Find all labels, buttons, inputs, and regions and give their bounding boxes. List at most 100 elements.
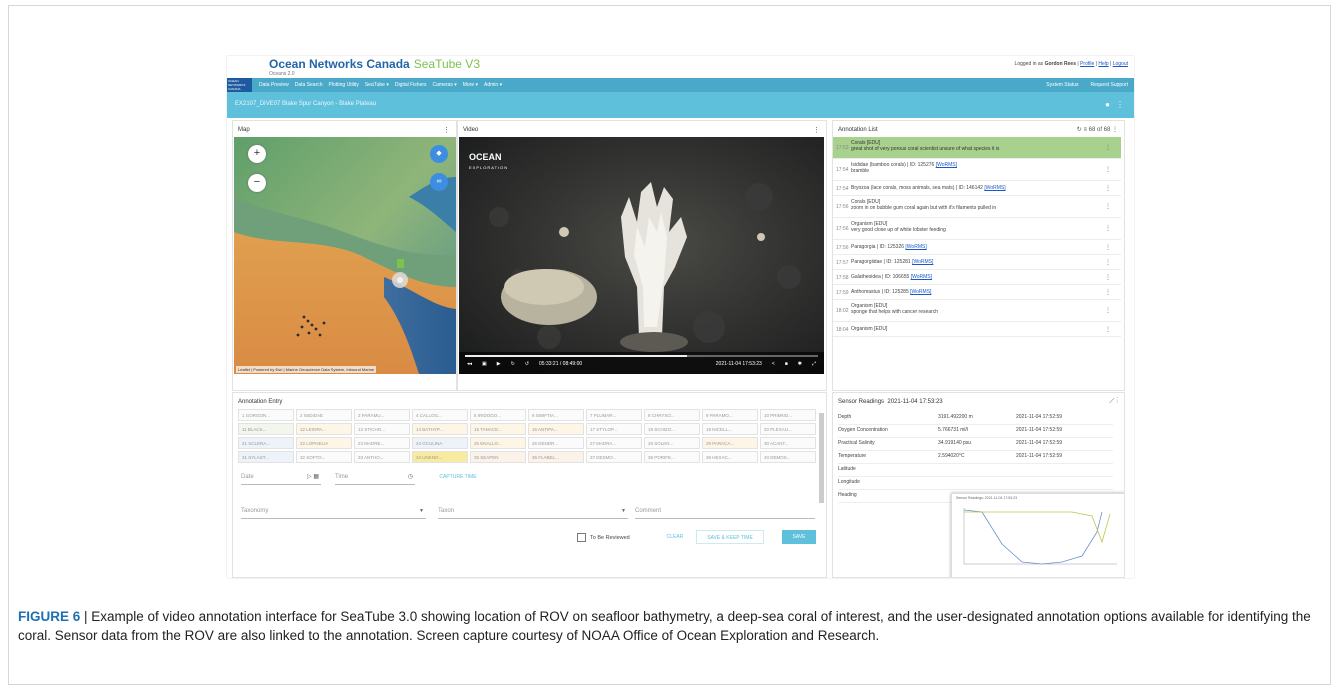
taxon-quick-button[interactable]: 15 TANACE... [470, 423, 526, 435]
taxon-quick-button[interactable]: 35 SEAPEN [470, 451, 526, 463]
refresh-icon[interactable]: ↻ [1077, 127, 1082, 133]
info-icon[interactable]: ● [1105, 100, 1110, 109]
entry-scrollbar[interactable] [819, 413, 824, 503]
nav-data-preview[interactable]: Data Preview [259, 82, 289, 88]
annotation-row[interactable]: 17:56 Paragorgia | ID: 125326 [WoRMS] ⋮ [833, 240, 1121, 255]
taxon-quick-button[interactable]: 25 ENALLO... [470, 437, 526, 449]
nav-system-status[interactable]: System Status [1046, 82, 1078, 88]
taxon-quick-button[interactable]: 38 PORIFE... [644, 451, 700, 463]
checkbox-icon[interactable] [577, 533, 586, 542]
map-menu-icon[interactable]: ⋮ [443, 126, 450, 134]
zoom-in-button[interactable]: + [248, 145, 266, 163]
nav-data-search[interactable]: Data Search [295, 82, 323, 88]
annotation-list-menu-icon[interactable]: ⋮ [1112, 127, 1118, 133]
annotation-row-menu-icon[interactable]: ⋮ [1105, 225, 1111, 232]
more-vert-icon[interactable]: ⋮ [1116, 100, 1124, 109]
taxon-quick-button[interactable]: 28 SOLEN... [644, 437, 700, 449]
taxon-quick-button[interactable]: 24 OCULINA [412, 437, 468, 449]
annotation-row-menu-icon[interactable]: ⋮ [1105, 144, 1111, 151]
taxon-quick-button[interactable]: 14 BATHYP... [412, 423, 468, 435]
taxon-quick-button[interactable]: 11 BLACK... [238, 423, 294, 435]
sensor-menu-icon[interactable]: ⋮ [1116, 398, 1118, 405]
taxon-quick-button[interactable]: 17 STYLOP... [586, 423, 642, 435]
taxon-quick-button[interactable]: 2 ISIDIDAE [296, 409, 352, 421]
annotation-row-menu-icon[interactable]: ⋮ [1105, 274, 1111, 281]
video-menu-icon[interactable]: ⋮ [813, 126, 820, 134]
nav-request-support[interactable]: Request Support [1090, 82, 1128, 88]
annotation-row-menu-icon[interactable]: ⋮ [1105, 259, 1111, 266]
annotation-row[interactable]: 17:58 Galatheoidea | ID: 106655 [WoRMS] ⋮ [833, 270, 1121, 285]
play-icon[interactable]: ▶ [497, 361, 501, 367]
taxon-quick-button[interactable]: 7 PLUMAR... [586, 409, 642, 421]
clock-icon[interactable]: ◷ [408, 470, 413, 484]
date-field[interactable]: Date ▷ ▦ [241, 470, 321, 485]
taxon-quick-button[interactable]: 37 DESMO... [586, 451, 642, 463]
taxon-quick-button[interactable]: 5 IRIDOGO... [470, 409, 526, 421]
worms-link[interactable]: [WoRMS] [911, 274, 932, 280]
profile-link[interactable]: Profile [1080, 61, 1094, 67]
rewind-icon[interactable]: ◂◂ [467, 361, 472, 367]
forward-icon[interactable]: ↺ [525, 361, 529, 367]
taxon-quick-button[interactable]: 26 DENDR... [528, 437, 584, 449]
annotation-row-menu-icon[interactable]: ⋮ [1105, 307, 1111, 314]
taxon-quick-button[interactable]: 4 CALLOG... [412, 409, 468, 421]
annotation-row-menu-icon[interactable]: ⋮ [1105, 289, 1111, 296]
time-field[interactable]: Time ◷ [335, 470, 415, 485]
taxon-quick-button[interactable]: 30 ACANT... [760, 437, 816, 449]
settings-icon[interactable]: ✱ [798, 361, 802, 367]
taxon-quick-button[interactable]: 40 DEMOS... [760, 451, 816, 463]
taxon-quick-button[interactable]: 3 PARAMU... [354, 409, 410, 421]
taxon-quick-button[interactable]: 27 MADRA... [586, 437, 642, 449]
taxon-quick-button[interactable]: 31 SYLAST... [238, 451, 294, 463]
video-progress-bar[interactable] [465, 355, 818, 357]
taxon-quick-button[interactable]: 22 LOPHELIA [296, 437, 352, 449]
chart-icon[interactable]: ⟋ [1109, 398, 1114, 405]
taxon-quick-button[interactable]: 33 ANTHO... [354, 451, 410, 463]
save-button[interactable]: SAVE [782, 530, 816, 544]
annotation-row[interactable]: 18:02 Organism [EDU] sponge that helps wi… [833, 300, 1121, 322]
taxon-quick-button[interactable]: 32 SOFTO... [296, 451, 352, 463]
taxon-quick-button[interactable]: 16 ANTIPA... [528, 423, 584, 435]
bathymetry-map[interactable]: + − ◆ ∞ Leaflet | Powered by Esri | Mari… [234, 137, 456, 374]
annotation-row[interactable]: 17:56 Corals [EDU] zoom in on bubble gum … [833, 196, 1121, 218]
layers-icon[interactable]: ◆ [430, 145, 448, 163]
clear-button[interactable]: CLEAR [659, 530, 691, 544]
camera-icon[interactable]: ■ [785, 361, 788, 367]
taxon-quick-button[interactable]: 8 CHRYSO... [644, 409, 700, 421]
share-icon[interactable]: < [772, 361, 775, 367]
nav-plotting-utility[interactable]: Plotting Utility [329, 82, 359, 88]
help-link[interactable]: Help [1098, 61, 1108, 67]
nav-seatube[interactable]: SeaTube ▾ [365, 82, 389, 88]
annotation-row[interactable]: 17:59 Anthomastus | ID: 125285 [WoRMS] ⋮ [833, 285, 1121, 300]
annotation-row-menu-icon[interactable]: ⋮ [1105, 326, 1111, 333]
taxon-quick-button[interactable]: 10 PRIMNO... [760, 409, 816, 421]
taxon-quick-button[interactable]: 9 PARAMO... [702, 409, 758, 421]
taxon-quick-button[interactable]: 19 NICELL... [702, 423, 758, 435]
taxon-quick-button[interactable]: 29 PARACA... [702, 437, 758, 449]
worms-link[interactable]: [WoRMS] [912, 259, 933, 265]
zoom-out-button[interactable]: − [248, 174, 266, 192]
replay-icon[interactable]: ↻ [511, 361, 515, 367]
capture-time-button[interactable]: CAPTURE TIME [431, 470, 485, 484]
calendar-icon[interactable]: ▷ ▦ [307, 470, 319, 484]
taxon-quick-button[interactable]: 1 GORGON... [238, 409, 294, 421]
annotation-row[interactable]: 17:54 Isididae (bamboo corals) | ID: 1252… [833, 159, 1121, 181]
save-keep-time-button[interactable]: SAVE & KEEP TIME [696, 530, 764, 544]
worms-link[interactable]: [WoRMS] [910, 289, 931, 295]
annotation-row[interactable]: 17:56 Organism [EDU] very good close up o… [833, 218, 1121, 240]
taxon-quick-button[interactable]: 39 HEXAC... [702, 451, 758, 463]
annotation-row-menu-icon[interactable]: ⋮ [1105, 166, 1111, 173]
taxon-quick-button[interactable]: 36 FLABEL... [528, 451, 584, 463]
taxon-quick-button[interactable]: 34 UNKNO... [412, 451, 468, 463]
worms-link[interactable]: [WoRMS] [905, 244, 926, 250]
annotation-row[interactable]: 18:04 Organism [EDU] ⋮ [833, 322, 1121, 337]
worms-link[interactable]: [WoRMS] [936, 162, 957, 168]
taxon-quick-button[interactable]: 12 LEIOPA... [296, 423, 352, 435]
logout-link[interactable]: Logout [1113, 61, 1128, 67]
worms-link[interactable]: [WoRMS] [984, 185, 1005, 191]
link-icon[interactable]: ∞ [430, 173, 448, 191]
annotation-row[interactable]: 17:57 Paragorgiidae | ID: 125281 [WoRMS] ⋮ [833, 255, 1121, 270]
annotation-row[interactable]: 17:53 Corals [EDU] great shot of very por… [833, 137, 1121, 159]
annotation-row-menu-icon[interactable]: ⋮ [1105, 185, 1111, 192]
taxon-quick-button[interactable]: 21 SCLERA... [238, 437, 294, 449]
